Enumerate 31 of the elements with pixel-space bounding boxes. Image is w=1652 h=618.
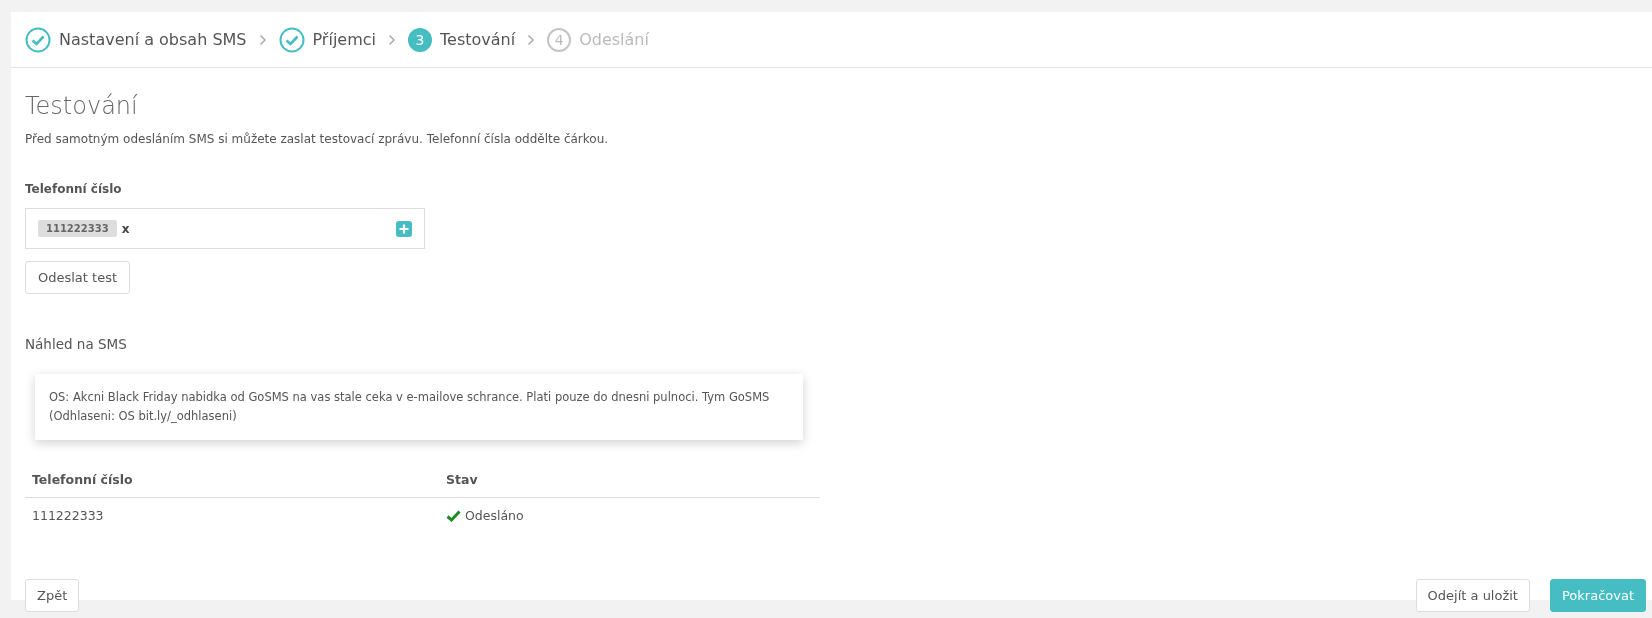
- step-tab[interactable]: Nastavení a obsah SMS: [25, 26, 247, 53]
- table-cell: 111222333: [25, 497, 439, 533]
- add-icon[interactable]: [396, 220, 412, 237]
- chevron-icon: [258, 33, 267, 46]
- back-button[interactable]: Zpět: [25, 579, 80, 612]
- check-circle-icon: [25, 26, 51, 53]
- description-text: Před samotným odesláním SMS si můžete zaslat testovací zprávu. Telefonní čísla oddělte čárkou.: [25, 132, 610, 146]
- preview-title: Náhled na SMS: [25, 336, 128, 352]
- chevron-icon: [527, 33, 536, 46]
- step-label: Nastavení a obsah SMS: [59, 30, 247, 49]
- send-test-button[interactable]: Odeslat test: [25, 261, 131, 294]
- column-header: Stav: [439, 460, 820, 498]
- status-text: Odesláno: [465, 508, 524, 523]
- page-title: Testování: [25, 92, 139, 120]
- column-header: Telefonní číslo: [25, 460, 439, 498]
- save-exit-button[interactable]: Odejít a uložit: [1415, 579, 1530, 612]
- step-tab[interactable]: Příjemci: [278, 26, 376, 53]
- step-number: 4: [547, 27, 572, 52]
- phone-tag: 111222333: [38, 220, 117, 237]
- check-icon: [446, 509, 461, 522]
- step-label: Příjemci: [312, 30, 376, 49]
- sms-preview-text: OS: Akcni Black Friday nabidka od GoSMS na vas stale ceka v e-mailove schrance. Plati pouze do dnesni pulnoci. Tym GoSMS (Odhlaseni: OS bit.ly/_odhlaseni): [49, 389, 771, 425]
- step-tab[interactable]: 3 Testování: [408, 27, 516, 52]
- phone-input-field[interactable]: 111222333 x: [25, 208, 425, 249]
- step-number: 3: [408, 27, 432, 52]
- field-label: Telefonní číslo: [25, 182, 123, 196]
- check-circle-icon: [278, 26, 305, 53]
- chevron-icon: [388, 33, 396, 46]
- step-label: Testování: [440, 30, 516, 49]
- remove-tag-button[interactable]: x: [121, 221, 130, 236]
- step-label: Odeslání: [579, 30, 649, 49]
